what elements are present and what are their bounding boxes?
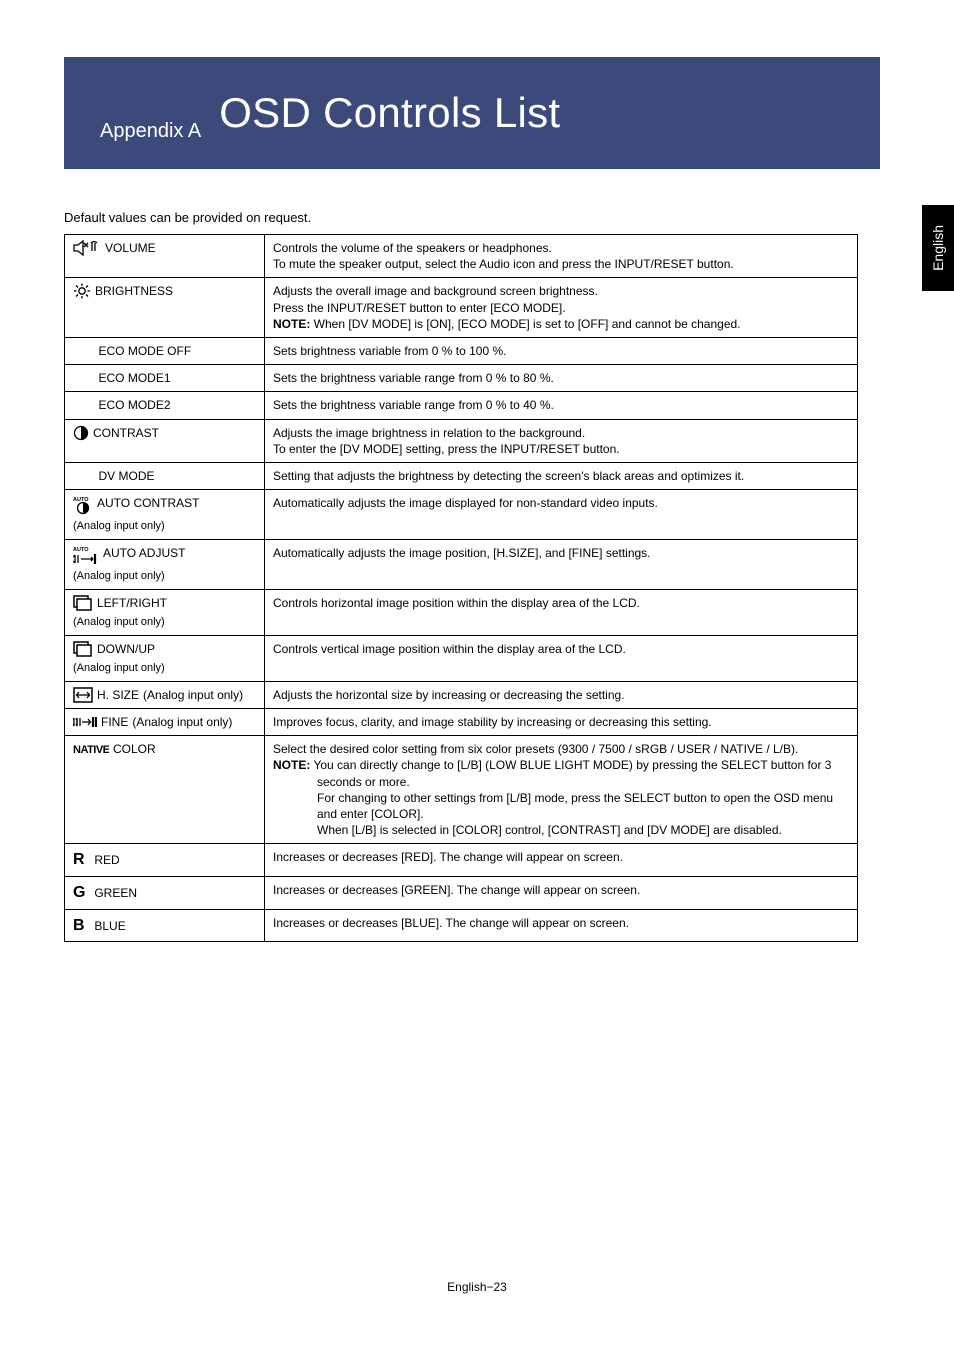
row-label-note: (Analog input only) [73,615,256,630]
row-label: H. SIZE [97,687,139,703]
contrast-icon [73,425,89,441]
green-icon: G [73,882,91,904]
auto-adjust-icon: AUTO [73,545,99,565]
row-desc: Controls horizontal image position withi… [265,589,858,635]
table-row: LEFT/RIGHT (Analog input only) Controls … [65,589,858,635]
row-label: FINE [101,714,128,730]
row-desc: Automatically adjusts the image position… [265,539,858,589]
table-row: B BLUE Increases or decreases [BLUE]. Th… [65,909,858,942]
hsize-icon [73,687,93,703]
row-label-note: (Analog input only) [132,714,232,730]
table-row: ECO MODE1 Sets the brightness variable r… [65,365,858,392]
auto-contrast-icon: AUTO [73,495,93,515]
row-note: NOTE: When [DV MODE] is [ON], [ECO MODE]… [273,316,849,332]
row-desc: Sets brightness variable from 0 % to 100… [265,337,858,364]
row-label-note: (Analog input only) [73,569,256,584]
row-desc: Select the desired color setting from si… [273,741,849,757]
table-row: NATIVE COLOR Select the desired color se… [65,736,858,844]
row-label: DOWN/UP [97,641,155,657]
red-icon: R [73,849,91,871]
table-row: AUTO AUTO ADJUST (Analog input only) Aut… [65,539,858,589]
row-desc: Sets the brightness variable range from … [265,365,858,392]
row-desc: Increases or decreases [RED]. The change… [265,844,858,877]
table-row: G GREEN Increases or decreases [GREEN]. … [65,876,858,909]
blue-icon: B [73,915,91,937]
row-note: For changing to other settings from [L/B… [273,790,849,822]
row-label-note: (Analog input only) [73,661,256,676]
svg-text:NATIVE: NATIVE [73,744,109,756]
row-label: ECO MODE2 [91,392,265,419]
row-label: AUTO CONTRAST [97,495,199,511]
table-row: ECO MODE OFF Sets brightness variable fr… [65,337,858,364]
fine-icon [73,715,97,729]
table-row: H. SIZE (Analog input only) Adjusts the … [65,681,858,708]
table-row: FINE (Analog input only) Improves focus,… [65,709,858,736]
row-label: COLOR [113,741,156,757]
appendix-label: Appendix A [100,120,201,143]
row-desc: Sets the brightness variable range from … [265,392,858,419]
down-up-icon [73,641,93,657]
row-label: BRIGHTNESS [95,283,173,299]
table-row: VOLUME Controls the volume of the speake… [65,235,858,278]
osd-controls-table: VOLUME Controls the volume of the speake… [64,234,858,942]
page: Appendix A OSD Controls List English Def… [0,0,954,1350]
language-tab-label: English [930,225,946,271]
table-row: AUTO AUTO CONTRAST (Analog input only) A… [65,490,858,540]
row-desc: Press the INPUT/RESET button to enter [E… [273,300,849,316]
row-note: When [L/B] is selected in [COLOR] contro… [273,822,849,838]
volume-icon [73,240,101,256]
page-title: OSD Controls List [219,89,560,137]
table-row: DOWN/UP (Analog input only) Controls ver… [65,635,858,681]
left-right-icon [73,595,93,611]
row-desc: Adjusts the overall image and background… [273,283,849,299]
table-row: DV MODE Setting that adjusts the brightn… [65,462,858,489]
row-label: CONTRAST [93,425,159,441]
row-label: VOLUME [105,240,156,256]
row-desc: Improves focus, clarity, and image stabi… [265,709,858,736]
language-tab: English [922,205,954,291]
svg-text:AUTO: AUTO [73,497,89,503]
row-desc: Increases or decreases [GREEN]. The chan… [265,876,858,909]
row-desc: To enter the [DV MODE] setting, press th… [273,441,849,457]
row-label: RED [94,853,119,867]
svg-text:AUTO: AUTO [73,547,89,553]
table-row: BRIGHTNESS Adjusts the overall image and… [65,278,858,338]
row-note: NOTE: You can directly change to [L/B] (… [273,757,849,789]
row-label: LEFT/RIGHT [97,595,167,611]
brightness-icon [73,283,91,299]
title-banner: Appendix A OSD Controls List [64,57,880,169]
row-desc: Adjusts the image brightness in relation… [273,425,849,441]
row-desc: Adjusts the horizontal size by increasin… [265,681,858,708]
table-row: R RED Increases or decreases [RED]. The … [65,844,858,877]
row-label-note: (Analog input only) [73,519,256,534]
row-desc: To mute the speaker output, select the A… [273,256,849,272]
row-desc: Increases or decreases [BLUE]. The chang… [265,909,858,942]
table-row: CONTRAST Adjusts the image brightness in… [65,419,858,462]
row-label-note: (Analog input only) [143,687,243,703]
row-label: ECO MODE OFF [91,337,265,364]
row-desc: Controls vertical image position within … [265,635,858,681]
row-label: DV MODE [91,462,265,489]
row-desc: Setting that adjusts the brightness by d… [265,462,858,489]
row-label: BLUE [94,919,125,933]
row-label: GREEN [94,886,137,900]
row-label: AUTO ADJUST [103,545,185,561]
row-desc: Controls the volume of the speakers or h… [273,240,849,256]
intro-text: Default values can be provided on reques… [64,210,311,225]
table-row: ECO MODE2 Sets the brightness variable r… [65,392,858,419]
row-desc: Automatically adjusts the image displaye… [265,490,858,540]
row-label: ECO MODE1 [91,365,265,392]
native-color-icon: NATIVE [73,742,109,756]
page-footer: English−23 [0,1280,954,1294]
